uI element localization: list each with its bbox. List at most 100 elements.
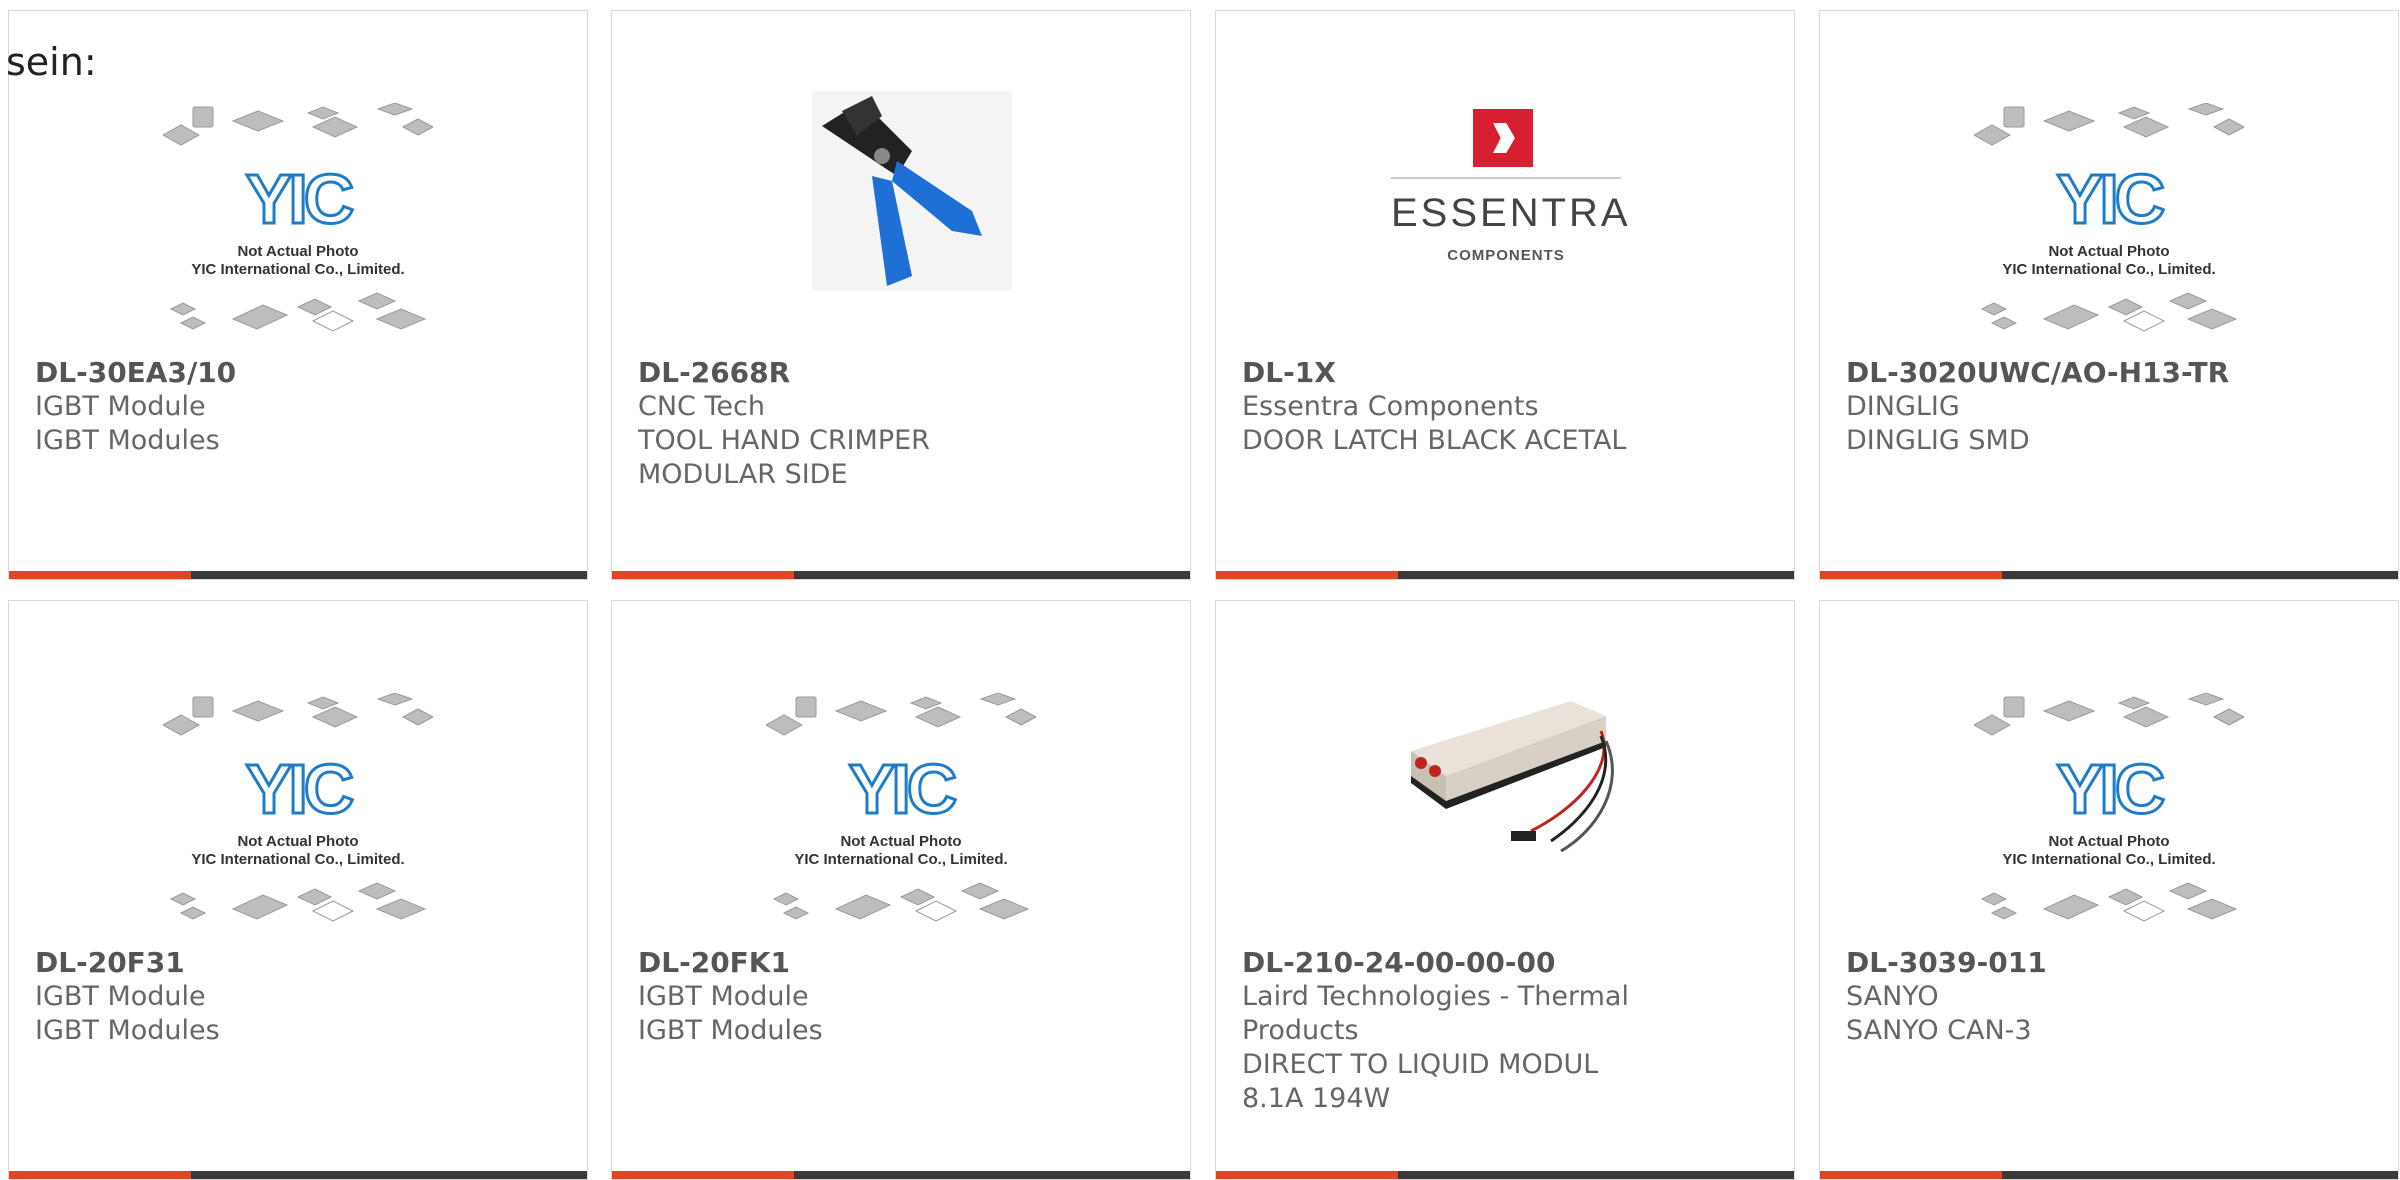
manufacturer: Essentra Components: [1242, 391, 1539, 422]
placeholder-line2: YIC International Co., Limited.: [191, 851, 405, 868]
card-bottom-bar: [1216, 571, 1794, 579]
intro-text: sein:: [6, 40, 97, 84]
chip-illustration-icon: [772, 882, 1030, 922]
placeholder-line1: Not Actual Photo: [2048, 833, 2170, 850]
description: IGBT Modules: [638, 1015, 823, 1046]
part-number[interactable]: DL-2668R: [638, 356, 1058, 390]
card-accent-bar: [1820, 1171, 2002, 1179]
part-number[interactable]: DL-1X: [1242, 356, 1662, 390]
product-info: DL-20F31 IGBT Module IGBT Modules: [35, 946, 455, 1048]
card-bottom-bar: [9, 1171, 587, 1179]
card-bottom-bar: [612, 571, 1190, 579]
product-image: YIC Not Actual Photo YIC International C…: [1974, 103, 2244, 343]
product-image-area[interactable]: [1216, 601, 1794, 949]
description: DOOR LATCH BLACK ACETAL: [1242, 425, 1627, 456]
yic-logo-icon: YIC: [2055, 159, 2167, 240]
placeholder-line1: Not Actual Photo: [237, 243, 359, 260]
yic-logo-icon: YIC: [244, 749, 356, 830]
manufacturer: IGBT Module: [35, 391, 206, 422]
card-bottom-bar: [9, 571, 587, 579]
description: IGBT Modules: [35, 425, 220, 456]
card-accent-bar: [1216, 571, 1398, 579]
placeholder-line2: YIC International Co., Limited.: [2002, 261, 2216, 278]
card-bottom-bar: [1820, 571, 2398, 579]
product-image: YIC Not Actual Photo YIC International C…: [766, 693, 1036, 933]
product-image: YIC Not Actual Photo YIC International C…: [1974, 693, 2244, 933]
description: IGBT Modules: [35, 1015, 220, 1046]
description: SANYO CAN-3: [1846, 1015, 2032, 1046]
card-accent-bar: [9, 1171, 191, 1179]
product-info: DL-3039-011 SANYO SANYO CAN-3: [1846, 946, 2266, 1048]
yic-logo-icon: YIC: [244, 159, 356, 240]
product-info: DL-20FK1 IGBT Module IGBT Modules: [638, 946, 1058, 1048]
card-accent-bar: [1216, 1171, 1398, 1179]
product-card[interactable]: DL-210-24-00-00-00 Laird Technologies - …: [1215, 600, 1795, 1180]
card-bottom-bar: [1216, 1171, 1794, 1179]
product-image-area[interactable]: ESSENTRA COMPONENTS: [1216, 11, 1794, 359]
description: DINGLIG SMD: [1846, 425, 2030, 456]
part-number[interactable]: DL-3039-011: [1846, 946, 2266, 980]
card-bottom-bar: [1820, 1171, 2398, 1179]
product-image-area[interactable]: YIC Not Actual Photo YIC International C…: [1820, 601, 2398, 949]
manufacturer: IGBT Module: [638, 981, 809, 1012]
product-card[interactable]: DL-2668R CNC Tech TOOL HAND CRIMPER MODU…: [611, 10, 1191, 580]
placeholder-line1: Not Actual Photo: [237, 833, 359, 850]
chip-illustration-icon: [766, 693, 1036, 736]
description: DIRECT TO LIQUID MODUL 8.1A 194W: [1242, 1049, 1599, 1114]
product-card[interactable]: YIC Not Actual Photo YIC International C…: [8, 10, 588, 580]
chip-illustration-icon: [1980, 292, 2238, 332]
part-number[interactable]: DL-210-24-00-00-00: [1242, 946, 1662, 980]
part-number[interactable]: DL-30EA3/10: [35, 356, 455, 390]
manufacturer: CNC Tech: [638, 391, 765, 422]
part-number[interactable]: DL-3020UWC/AO-H13-TR: [1846, 356, 2266, 390]
placeholder-line2: YIC International Co., Limited.: [794, 851, 1008, 868]
card-accent-bar: [612, 1171, 794, 1179]
chip-illustration-icon: [163, 693, 433, 736]
chip-illustration-icon: [169, 882, 427, 922]
chip-illustration-icon: [1974, 693, 2244, 736]
product-info: DL-1X Essentra Components DOOR LATCH BLA…: [1242, 356, 1662, 458]
product-card[interactable]: YIC Not Actual Photo YIC International C…: [1819, 10, 2399, 580]
part-number[interactable]: DL-20FK1: [638, 946, 1058, 980]
essentra-logo-image: ESSENTRA COMPONENTS: [1391, 101, 1631, 281]
manufacturer: DINGLIG: [1846, 391, 1960, 422]
chip-illustration-icon: [163, 103, 433, 146]
description: TOOL HAND CRIMPER MODULAR SIDE: [638, 425, 930, 490]
card-bottom-bar: [612, 1171, 1190, 1179]
card-accent-bar: [9, 571, 191, 579]
chip-illustration-icon: [169, 292, 427, 332]
product-info: DL-210-24-00-00-00 Laird Technologies - …: [1242, 946, 1662, 1116]
product-card[interactable]: ESSENTRA COMPONENTS DL-1X Essentra Compo…: [1215, 10, 1795, 580]
product-card[interactable]: YIC Not Actual Photo YIC International C…: [8, 600, 588, 1180]
product-image-area[interactable]: [612, 11, 1190, 359]
essentra-sub: COMPONENTS: [1447, 247, 1565, 264]
liquid-module-image: [1411, 701, 1614, 853]
product-card[interactable]: YIC Not Actual Photo YIC International C…: [1819, 600, 2399, 1180]
product-grid: YIC Not Actual Photo YIC International C…: [0, 0, 2400, 1180]
product-image: YIC Not Actual Photo YIC International C…: [163, 693, 433, 933]
product-info: DL-3020UWC/AO-H13-TR DINGLIG DINGLIG SMD: [1846, 356, 2266, 458]
manufacturer: IGBT Module: [35, 981, 206, 1012]
yic-logo-icon: YIC: [2055, 749, 2167, 830]
card-accent-bar: [612, 571, 794, 579]
product-card[interactable]: YIC Not Actual Photo YIC International C…: [611, 600, 1191, 1180]
product-info: DL-30EA3/10 IGBT Module IGBT Modules: [35, 356, 455, 458]
product-image-area[interactable]: YIC Not Actual Photo YIC International C…: [9, 601, 587, 949]
chip-illustration-icon: [1980, 882, 2238, 922]
chip-illustration-icon: [1974, 103, 2244, 146]
placeholder-line2: YIC International Co., Limited.: [2002, 851, 2216, 868]
yic-logo-icon: YIC: [847, 749, 959, 830]
crimper-tool-image: [812, 91, 1012, 291]
part-number[interactable]: DL-20F31: [35, 946, 455, 980]
placeholder-line1: Not Actual Photo: [2048, 243, 2170, 260]
product-image-area[interactable]: YIC Not Actual Photo YIC International C…: [612, 601, 1190, 949]
essentra-name: ESSENTRA: [1391, 191, 1631, 235]
manufacturer: SANYO: [1846, 981, 1939, 1012]
placeholder-line2: YIC International Co., Limited.: [191, 261, 405, 278]
manufacturer: Laird Technologies - Thermal Products: [1242, 981, 1629, 1046]
product-info: DL-2668R CNC Tech TOOL HAND CRIMPER MODU…: [638, 356, 1058, 492]
product-image: YIC Not Actual Photo YIC International C…: [163, 103, 433, 343]
card-accent-bar: [1820, 571, 2002, 579]
product-image-area[interactable]: YIC Not Actual Photo YIC International C…: [1820, 11, 2398, 359]
placeholder-line1: Not Actual Photo: [840, 833, 962, 850]
